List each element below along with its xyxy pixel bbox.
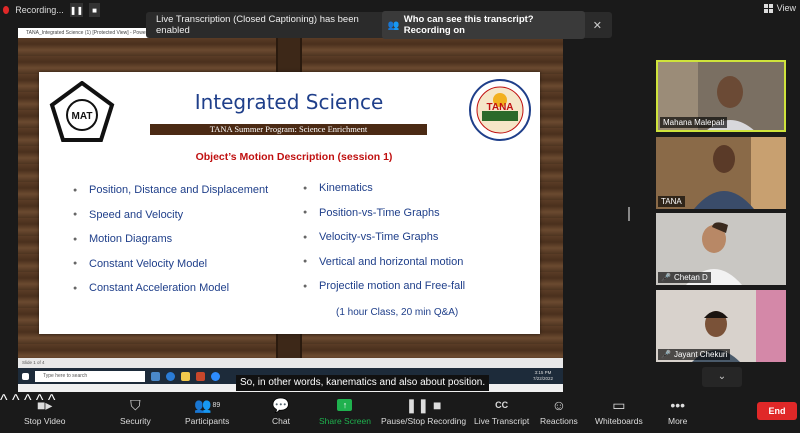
zoom-meeting-window: Recording... ❚❚ ■ View TANA_Integrated S… [0, 0, 800, 433]
stop-icon: ■ [92, 5, 97, 15]
participants-icon: 👥 89 [194, 396, 221, 413]
transcription-notification: Live Transcription (Closed Captioning) h… [146, 11, 612, 39]
participants-button[interactable]: 👥 89 Participants [185, 396, 229, 427]
video-options-caret[interactable]: ^ [0, 392, 8, 409]
recording-dot-icon [3, 6, 10, 14]
muted-mic-icon: 🎤 [661, 273, 671, 282]
list-item: ● Constant Acceleration Model [73, 282, 230, 295]
wood-post-top [276, 38, 302, 74]
list-item: ● Projectile motion and Free-fall [303, 280, 466, 293]
stop-video-button[interactable]: ■▸ Stop Video [24, 396, 65, 427]
slide-stage: MAT Integrated Science TANA Summer Progr… [18, 38, 563, 384]
slide-subtitle: TANA Summer Program: Science Enrichment [150, 124, 427, 135]
whiteboards-button[interactable]: ▭ Whiteboards [595, 396, 643, 427]
list-item: ● Speed and Velocity [73, 208, 184, 221]
pause-stop-icon: ❚❚ ■ [405, 396, 442, 413]
tana-logo: TANA [469, 79, 531, 141]
participant-name: TANA [658, 196, 685, 207]
chevron-down-icon: ⌄ [717, 371, 727, 382]
pause-recording-button[interactable]: ❚❚ [69, 3, 84, 17]
more-button[interactable]: ••• More [668, 396, 687, 426]
recording-label: Recording... [15, 5, 64, 15]
notification-text: Live Transcription (Closed Captioning) h… [156, 14, 359, 36]
shield-icon: ⛉ [130, 396, 141, 413]
slide-note: (1 hour Class, 20 min Q&A) [336, 307, 459, 318]
participants-count: 89 [212, 401, 221, 409]
presentation-slide: MAT Integrated Science TANA Summer Progr… [39, 72, 540, 334]
list-item: ● Velocity-vs-Time Graphs [303, 231, 439, 244]
shared-screen: TANA_Integrated Science (1) [Protected V… [18, 28, 563, 394]
transcript-visibility-link[interactable]: 👥 Who can see this transcript? Recording… [381, 11, 585, 39]
mat-logo-text: MAT [72, 111, 93, 122]
chat-icon: 💬 [272, 396, 290, 413]
stop-recording-button[interactable]: ■ [89, 3, 100, 17]
participant-tile[interactable]: TANA [656, 137, 786, 209]
chat-button[interactable]: 💬 Chat [272, 396, 290, 427]
mat-logo: MAT [49, 81, 115, 142]
participant-name: 🎤 Jayant Chekuri [658, 349, 731, 360]
whiteboard-icon: ▭ [612, 396, 626, 413]
panel-resize-handle[interactable] [628, 207, 630, 221]
view-label: View [776, 3, 796, 13]
security-button[interactable]: ⛉ Security [120, 396, 151, 427]
participant-tile[interactable]: 🎤 Chetan D [656, 213, 786, 285]
list-item: ● Constant Velocity Model [73, 257, 208, 270]
scroll-participants-down-button[interactable]: ⌄ [702, 367, 742, 387]
live-transcript-button[interactable]: CC Live Transcript [474, 396, 529, 426]
smiley-icon: ☺ [551, 397, 567, 413]
list-item: ● Vertical and horizontal motion [303, 255, 464, 268]
recording-indicator: Recording... ❚❚ ■ [0, 0, 100, 20]
pause-icon: ❚❚ [69, 5, 84, 15]
task-view-icon[interactable] [151, 371, 160, 381]
meeting-toolbar: ■▸ Stop Video ^ ⛉ Security 👥 89 Participa… [0, 392, 800, 433]
taskbar-search[interactable]: Type here to search [35, 370, 145, 382]
participant-tile[interactable]: 🎤 Jayant Chekuri [656, 290, 786, 362]
participant-name: 🎤 Chetan D [658, 272, 711, 283]
participants-options-caret[interactable]: ^ [12, 392, 20, 409]
close-notification-button[interactable]: ✕ [593, 19, 602, 32]
share-screen-icon: ↑ [337, 399, 353, 411]
view-button[interactable]: View [763, 3, 796, 13]
list-item: ● Kinematics [303, 182, 373, 195]
powerpoint-icon[interactable] [196, 371, 205, 381]
zoom-taskbar-icon[interactable] [211, 371, 220, 381]
taskbar-clock: 3:15 PM 7/22/2022 [532, 370, 553, 381]
right-bullet-list: ● Kinematics ● Position-vs-Time Graphs ● Ve… [303, 176, 465, 299]
end-meeting-button[interactable]: End [757, 402, 797, 420]
live-caption: So, in other words, kanematics and also … [236, 375, 490, 391]
pause-stop-recording-button[interactable]: ❚❚ ■ Pause/Stop Recording [381, 396, 466, 427]
share-screen-button[interactable]: ↑ Share Screen [319, 396, 371, 426]
edge-icon[interactable] [166, 371, 175, 381]
file-explorer-icon[interactable] [181, 371, 190, 381]
list-item: ● Position-vs-Time Graphs [303, 206, 440, 219]
windows-start-icon[interactable] [22, 372, 29, 380]
video-camera-icon: ■▸ [36, 396, 53, 413]
people-icon: 👥 [387, 19, 400, 31]
participant-tile[interactable]: Mahana Malepati [656, 60, 786, 132]
grid-icon [763, 3, 773, 13]
powerpoint-status-bar: Slide 1 of 4 [18, 358, 563, 368]
list-item: ● Motion Diagrams [73, 233, 173, 246]
participant-name: Mahana Malepati [660, 117, 728, 128]
closed-caption-icon: CC [495, 400, 509, 410]
reactions-button[interactable]: ☺ Reactions [540, 396, 578, 426]
left-bullet-list: ● Position, Distance and Displacement ● Sp… [73, 178, 268, 301]
tana-logo-text: TANA [486, 102, 513, 113]
slide-title: Integrated Science [194, 90, 384, 114]
slide-heading: Object’s Motion Description (session 1) [195, 151, 393, 163]
list-item: ● Position, Distance and Displacement [73, 184, 269, 197]
muted-mic-icon: 🎤 [661, 350, 671, 359]
more-dots-icon: ••• [670, 397, 686, 413]
